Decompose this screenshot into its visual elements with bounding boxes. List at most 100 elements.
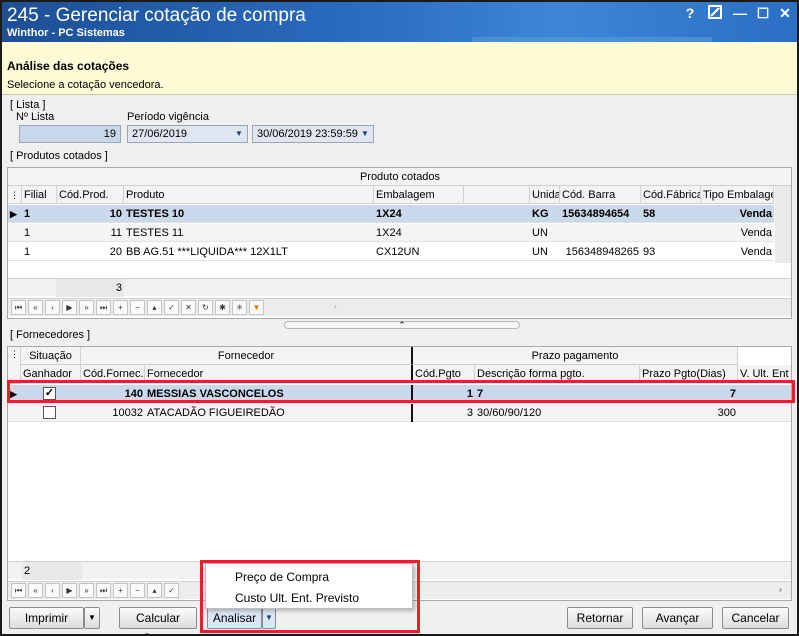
cell-fab: 58 [643,208,656,220]
date-from-field[interactable]: 27/06/2019 ▼ [127,125,248,143]
title-bar: 245 - Gerenciar cotação de compra Wintho… [2,2,797,42]
prev-page-icon[interactable]: « [28,300,43,315]
produtos-navigator: ⏮ « ‹ ▶ » ⏭ + − ▴ ✓ ✕ ↻ ✱ ✳ ▼ ‹ [8,298,791,316]
first-page-icon[interactable]: ⏮ [11,300,26,315]
cell-barra: 15634894654 [562,208,630,220]
avancar-button[interactable]: Avançar [642,607,713,629]
minimize-button[interactable]: — [729,5,751,21]
cell-barra: 156348948265 [565,246,639,258]
produtos-group-header: Produto cotados [8,168,791,186]
insert-icon[interactable]: + [113,300,128,315]
vertical-scrollbar[interactable] [775,186,791,263]
insert-icon[interactable]: + [113,583,128,598]
imprimir-button[interactable]: Imprimir [9,607,84,629]
filter-icon[interactable]: ▼ [249,300,264,315]
help-button[interactable]: ? [679,5,701,21]
cell-tipo: Venda [740,246,772,258]
ganhador-checkbox[interactable] [43,406,56,419]
group-prazo: Prazo pagamento [413,347,738,365]
splitter-handle[interactable]: ⌃ [284,321,520,330]
next-icon[interactable]: ▶ [62,583,77,598]
col-cod-barra[interactable]: Cód. Barra [560,186,641,204]
next-icon[interactable]: ▶ [62,300,77,315]
edit-icon[interactable]: ▴ [147,300,162,315]
col-unidade[interactable]: Unida [530,186,560,204]
num-lista-field[interactable]: 19 [19,125,121,143]
col-embalagem[interactable]: Embalagem [374,186,464,204]
scroll-left-icon[interactable]: ‹ [328,300,343,315]
group-situacao: Situação [21,347,81,365]
cell-emb: 1X24 [376,208,402,220]
prev-page-icon[interactable]: « [28,583,43,598]
periodo-label: Período vigência [127,111,209,123]
delete-icon[interactable]: − [130,300,145,315]
next-page-icon[interactable]: » [79,583,94,598]
header-subtitle: Selecione a cotação vencedora. [7,79,164,91]
refresh-icon[interactable]: ↻ [198,300,213,315]
chevron-down-icon[interactable]: ▼ [231,126,247,142]
delete-icon[interactable]: − [130,583,145,598]
cell-cod-pgto: 3 [466,407,473,419]
goto-bookmark-icon[interactable]: ✳ [232,300,247,315]
col-blank[interactable] [464,186,530,204]
produtos-section-label: [ Produtos cotados ] [10,150,108,162]
col-cod-prod[interactable]: Cód.Prod. [57,186,124,204]
close-button[interactable]: ✕ [774,5,796,22]
first-page-icon[interactable]: ⏮ [11,583,26,598]
window-subtitle: Winthor - PC Sistemas [7,27,125,39]
cell-produto: TESTES 10 [126,208,185,220]
cell-descricao: 30/60/90/120 [477,407,542,419]
retornar-button[interactable]: Retornar [567,607,633,629]
next-page-icon[interactable]: » [79,300,94,315]
cell-cod: 10 [109,208,122,220]
num-lista-label: Nº Lista [16,111,55,123]
post-icon[interactable]: ✓ [164,583,179,598]
group-fornecedor: Fornecedor [81,347,413,365]
cell-cod: 11 [110,227,122,239]
table-row[interactable]: 1 20 BB AG.51 ***LIQUIDA*** 12X1LT CX12U… [8,243,774,261]
cell-produto: TESTES 11 [126,227,184,239]
table-row[interactable]: 10032 ATACADÃO FIGUEIREDÃO 3 30/60/90/12… [8,404,791,422]
table-row[interactable]: 1 11 TESTES 11 1X24 UN Venda [8,224,774,242]
col-cod-fabrica[interactable]: Cód.Fábrica [641,186,701,204]
post-icon[interactable]: ✓ [164,300,179,315]
cancel-edit-icon[interactable]: ✕ [181,300,196,315]
fornecedores-section-label: [ Fornecedores ] [10,329,91,341]
restore-icon[interactable] [704,5,726,22]
edit-icon[interactable]: ▴ [147,583,162,598]
last-page-icon[interactable]: ⏭ [96,583,111,598]
column-chooser-icon[interactable]: ⋮ [8,347,21,384]
cell-cod: 20 [109,246,122,258]
produtos-footer-count: 3 [56,279,124,297]
table-row[interactable]: ▶ 1 10 TESTES 10 1X24 KG 15634894654 58 … [8,205,774,223]
row-indicator-icon: ▶ [10,209,17,219]
cell-filial: 1 [24,246,31,258]
imprimir-dropdown-icon[interactable]: ▼ [84,607,100,629]
cell-fornecedor: ATACADÃO FIGUEIREDÃO [145,404,413,422]
col-tipo-embalagem[interactable]: Tipo Embalage [701,186,774,204]
cell-prazo: 300 [717,407,736,419]
maximize-button[interactable]: ☐ [752,5,774,22]
lista-section-label: [ Lista ] [10,99,46,111]
last-page-icon[interactable]: ⏭ [96,300,111,315]
chevron-down-icon[interactable]: ▼ [357,126,373,142]
bookmark-icon[interactable]: ✱ [215,300,230,315]
cell-filial: 1 [24,208,31,220]
cell-tipo: Venda [739,208,772,220]
col-filial[interactable]: Filial [22,186,57,204]
fornecedores-footer-count: 2 [22,562,82,580]
cancelar-button[interactable]: Cancelar [722,607,789,629]
scroll-right-icon[interactable]: › [773,583,788,598]
cell-emb: CX12UN [376,246,420,258]
cell-cod-fornec: 10032 [112,407,143,419]
cell-un: UN [532,246,548,258]
cell-filial: 1 [24,227,31,239]
cell-fab: 93 [643,246,656,258]
prev-icon[interactable]: ‹ [45,300,60,315]
col-produto[interactable]: Produto [124,186,374,204]
date-to-field[interactable]: 30/06/2019 23:59:59 ▼ [252,125,374,143]
header-title: Análise das cotações [7,59,130,73]
prev-icon[interactable]: ‹ [45,583,60,598]
calcular-custo-button[interactable]: Calcular Custo [119,607,197,634]
column-chooser-icon[interactable]: ⋮ [8,186,22,204]
